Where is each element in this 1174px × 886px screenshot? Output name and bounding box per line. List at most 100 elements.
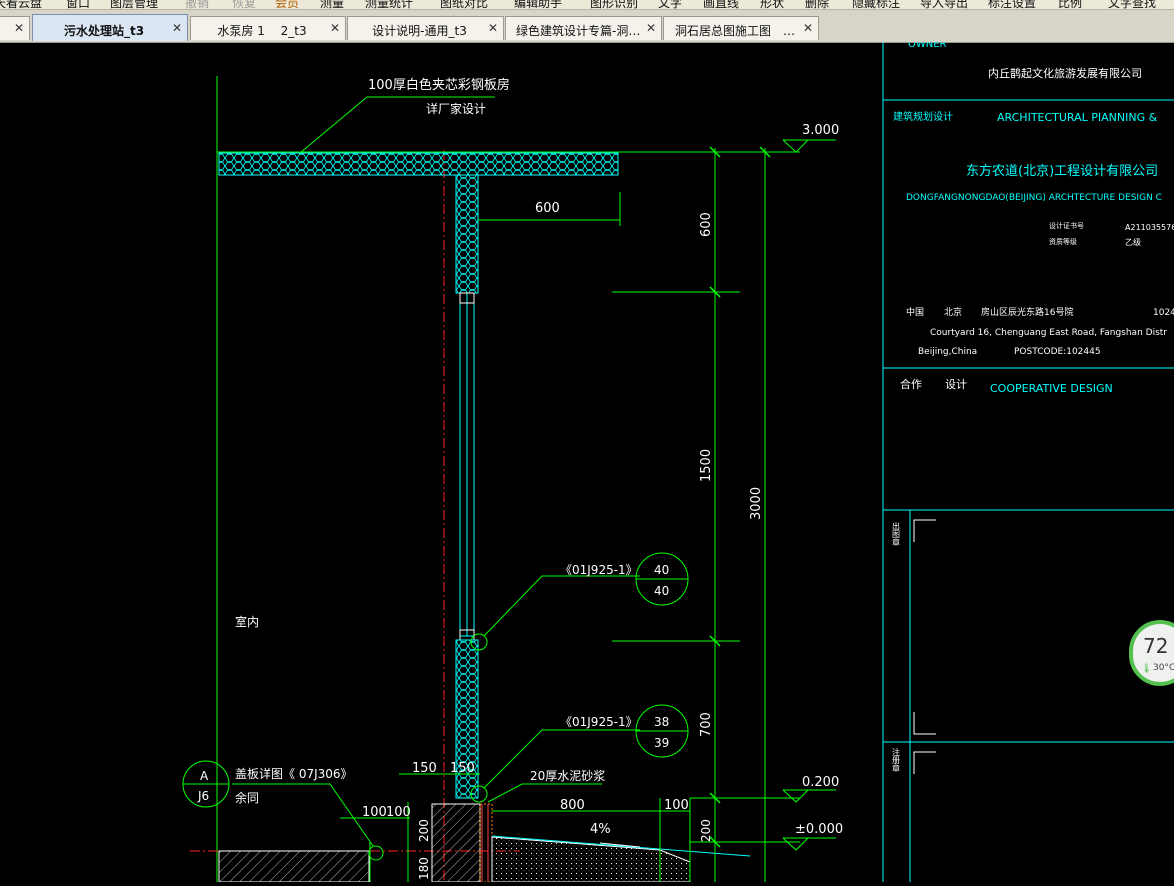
tab-label: 污水处理站_t3 <box>63 24 145 38</box>
menu-item-5[interactable]: 会员 <box>275 0 299 9</box>
dim-150-a: 150 <box>412 761 437 776</box>
section-mark-bottom: J6 <box>197 789 209 803</box>
coop-cn-1: 合作 <box>900 377 922 391</box>
slope-label: 4% <box>590 822 611 837</box>
company-cn: 东方农道(北京)工程设计有限公司 <box>966 163 1158 179</box>
menu-item-2[interactable]: 图层管理 <box>110 0 158 9</box>
document-tab-4[interactable]: 绿色建筑设计专篇-洞… ✕ <box>505 16 662 40</box>
dim-3000: 3000 <box>749 487 764 520</box>
roof-sandwich-panel <box>218 152 619 176</box>
detail-ref-1-text: 《01J925-1》 <box>560 563 638 577</box>
dim-200-left: 200 <box>417 819 431 842</box>
document-tab-5[interactable]: 洞石居总图施工图 … ✕ <box>663 16 819 40</box>
postcode: POSTCODE:102445 <box>1014 347 1101 357</box>
menu-item-16[interactable]: 导入导出 <box>920 0 968 9</box>
detail-ref-2-top: 38 <box>654 715 669 729</box>
menu-item-9[interactable]: 编辑助手 <box>514 0 562 9</box>
coop-cn-2: 设计 <box>945 378 967 391</box>
menu-item-18[interactable]: 比例 <box>1058 0 1082 9</box>
cert-label: 设计证书号 <box>1049 221 1084 230</box>
dim-180: 180 <box>417 857 431 880</box>
grade-label: 资质等级 <box>1049 237 1077 246</box>
company-en: DONGFANGNONGDAO(BEIJING) ARCHTECTURE DES… <box>906 193 1162 203</box>
document-tab-1[interactable]: 污水处理站_t3 ✕ <box>32 14 188 41</box>
tab-label: 水泵房 1 2_t3 <box>217 24 307 38</box>
dim-800: 800 <box>560 798 585 813</box>
detail-ref-2-text: 《01J925-1》 <box>560 715 638 729</box>
document-tab-3[interactable]: 设计说明-通用_t3 ✕ <box>347 16 504 40</box>
addr-city: 北京 <box>944 306 962 318</box>
addr-street: 房山区辰光东路16号院 <box>981 306 1073 318</box>
detail-ref-2-bottom: 39 <box>654 736 669 750</box>
document-tab-2[interactable]: 水泵房 1 2_t3 ✕ <box>190 16 346 40</box>
owner-name: 内丘鹊起文化旅游发展有限公司 <box>988 66 1142 80</box>
label-by-manufacturer: 详厂家设计 <box>426 101 486 116</box>
elevation-zero: ±0.000 <box>795 822 843 837</box>
addr-city-en: Beijing,China <box>918 347 977 357</box>
arch-label-cn: 建筑规划设计 <box>893 110 953 123</box>
dim-600-vertical: 600 <box>699 212 714 237</box>
tab-label: 设计说明-通用_t3 <box>372 24 467 38</box>
tab-label: 绿色建筑设计专篇-洞… <box>516 24 639 38</box>
grade-value: 乙级 <box>1125 237 1141 247</box>
menu-item-13[interactable]: 形状 <box>760 0 784 9</box>
weather-value: 72 <box>1143 634 1169 658</box>
dim-100-c: 100 <box>664 798 689 813</box>
close-icon[interactable]: ✕ <box>172 21 182 35</box>
close-icon[interactable]: ✕ <box>14 21 24 35</box>
menu-item-14[interactable]: 删除 <box>805 0 829 9</box>
menu-item-11[interactable]: 文字 <box>658 0 682 9</box>
elevation-mid: 0.200 <box>802 775 839 790</box>
menu-item-19[interactable]: 文字查找 <box>1108 0 1156 9</box>
title-block: OWNER 内丘鹊起文化旅游发展有限公司 建筑规划设计 ARCHITECTURA… <box>882 39 1174 882</box>
thermometer-icon: 🌡 <box>1141 664 1153 674</box>
addr-country: 中国 <box>906 306 924 318</box>
owner-label: OWNER <box>908 42 947 50</box>
close-icon[interactable]: ✕ <box>330 21 340 35</box>
dim-1500: 1500 <box>699 449 714 482</box>
document-tab-bar: …✕污水处理站_t3✕水泵房 1 2_t3✕设计说明-通用_t3✕绿色建筑设计专… <box>0 10 1174 43</box>
stamp-register: 注册章 <box>892 747 901 772</box>
weather-temperature: 30°C <box>1153 663 1174 673</box>
addr-en: Courtyard 16, Chenguang East Road, Fangs… <box>930 328 1167 338</box>
close-icon[interactable]: ✕ <box>646 21 656 35</box>
menu-item-15[interactable]: 隐藏标注 <box>852 0 900 9</box>
detail-ref-1-bottom: 40 <box>654 584 669 598</box>
menu-item-6[interactable]: 测量 <box>320 0 344 9</box>
label-roof-panel: 100厚白色夹芯彩钢板房 <box>368 77 510 93</box>
wall-panel-upper <box>455 174 479 294</box>
dim-100-b: 100 <box>386 805 411 820</box>
indoor-label: 室内 <box>235 614 259 629</box>
dim-200-right: 200 <box>699 819 713 842</box>
close-icon[interactable]: ✕ <box>488 21 498 35</box>
elevation-top: 3.000 <box>802 123 839 138</box>
mortar-label: 20厚水泥砂浆 <box>530 768 605 783</box>
coop-en: COOPERATIVE DESIGN <box>990 382 1113 395</box>
menu-item-10[interactable]: 图形识别 <box>590 0 638 9</box>
close-icon[interactable]: ✕ <box>803 21 813 35</box>
drawing-annotations: 100厚白色夹芯彩钢板房 详厂家设计 600 600 1500 3000 700… <box>197 77 843 880</box>
cad-drawing-canvas[interactable]: 100厚白色夹芯彩钢板房 详厂家设计 600 600 1500 3000 700… <box>0 39 1174 883</box>
menu-item-3[interactable]: 撤销 <box>185 0 209 9</box>
menu-item-4[interactable]: 恢复 <box>232 0 256 9</box>
addr-code: 1024 <box>1153 308 1174 318</box>
section-mark-top: A <box>200 769 209 783</box>
detail-ref-1-top: 40 <box>654 563 669 577</box>
dim-600-horizontal: 600 <box>535 201 560 216</box>
menu-item-12[interactable]: 画直线 <box>703 0 739 9</box>
menu-item-8[interactable]: 图纸对比 <box>440 0 488 9</box>
document-tab-0[interactable]: …✕ <box>0 16 30 40</box>
section-drawing <box>182 76 836 883</box>
menu-item-17[interactable]: 标注设置 <box>988 0 1036 9</box>
cover-plate-label: 盖板详图《 07J306》 <box>235 766 353 781</box>
menu-item-0[interactable]: 天看云盘 <box>0 0 42 9</box>
tab-label: 洞石居总图施工图 … <box>674 24 795 38</box>
remainder-label: 余同 <box>235 790 259 805</box>
menu-bar: 天看云盘 窗口 图层管理 撤销 恢复 会员 测量 测量统计 图纸对比 编辑助手 图形识别 文字 画直线 形… <box>0 0 1174 10</box>
menu-item-1[interactable]: 窗口 <box>66 0 90 9</box>
dim-100-a: 100 <box>362 805 387 820</box>
stamp-drawing: 出图章 <box>892 521 901 546</box>
menu-item-7[interactable]: 测量统计 <box>365 0 413 9</box>
dim-700: 700 <box>699 712 714 737</box>
cert-value: A211035576 <box>1125 223 1174 232</box>
